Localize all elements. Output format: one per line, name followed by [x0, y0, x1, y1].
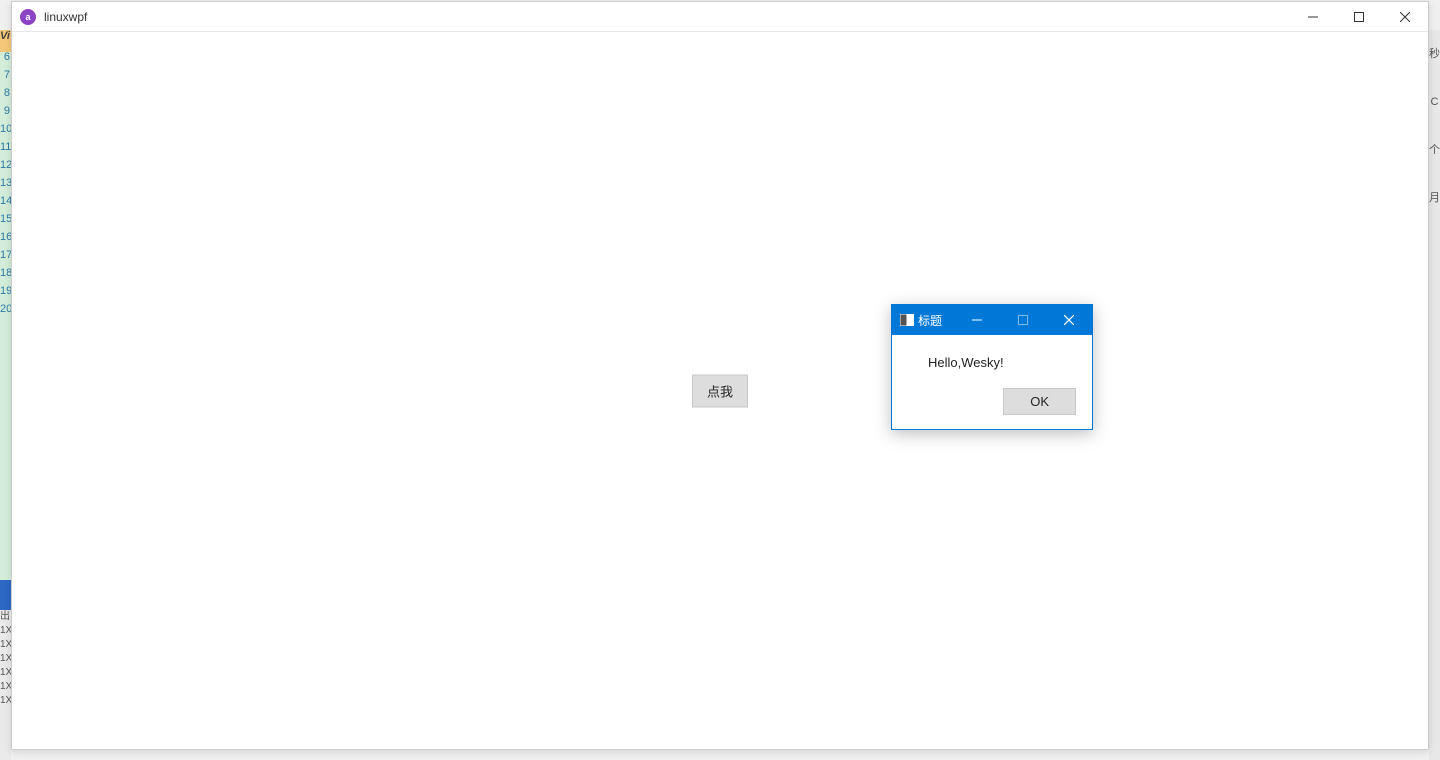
app-icon: a	[20, 9, 36, 25]
dialog-footer: OK	[892, 380, 1092, 429]
dialog-close-button[interactable]	[1046, 305, 1092, 335]
dialog-ok-button[interactable]: OK	[1003, 388, 1076, 415]
dialog-minimize-button[interactable]	[954, 305, 1000, 335]
client-area: 点我	[12, 32, 1428, 749]
maximize-icon	[1354, 12, 1364, 22]
minimize-icon	[1308, 12, 1318, 22]
maximize-button[interactable]	[1336, 2, 1382, 32]
bg-ide-right-panel-fragment: 秒 C 个 月	[1429, 30, 1440, 760]
click-me-button[interactable]: 点我	[692, 374, 748, 407]
minimize-button[interactable]	[1290, 2, 1336, 32]
dialog-titlebar[interactable]: 标题	[892, 305, 1092, 335]
dialog-maximize-button	[1000, 305, 1046, 335]
close-button[interactable]	[1382, 2, 1428, 32]
app-window: a linuxwpf 点我	[11, 1, 1429, 750]
dialog-message: Hello,Wesky!	[892, 335, 1092, 380]
close-icon	[1400, 12, 1410, 22]
close-icon	[1064, 315, 1074, 325]
titlebar[interactable]: a linuxwpf	[12, 2, 1428, 32]
bg-ide-line-gutter: 5 6 7 8 9 10 11 12 13 14 15 16 17 18 19 …	[0, 30, 11, 625]
bg-ide-output-panel-fragment: 出 1X 1X 1X 1X 1X 1X	[0, 610, 11, 760]
window-title: linuxwpf	[44, 10, 87, 24]
dialog-app-icon	[900, 314, 914, 326]
minimize-icon	[972, 315, 982, 325]
maximize-icon	[1018, 315, 1028, 325]
bg-ide-statusbar-fragment	[0, 580, 11, 610]
dialog-title: 标题	[918, 312, 942, 329]
message-dialog: 标题 Hello,Wesky! OK	[891, 304, 1093, 430]
bg-ide-tab-fragment: Vi	[0, 30, 11, 52]
